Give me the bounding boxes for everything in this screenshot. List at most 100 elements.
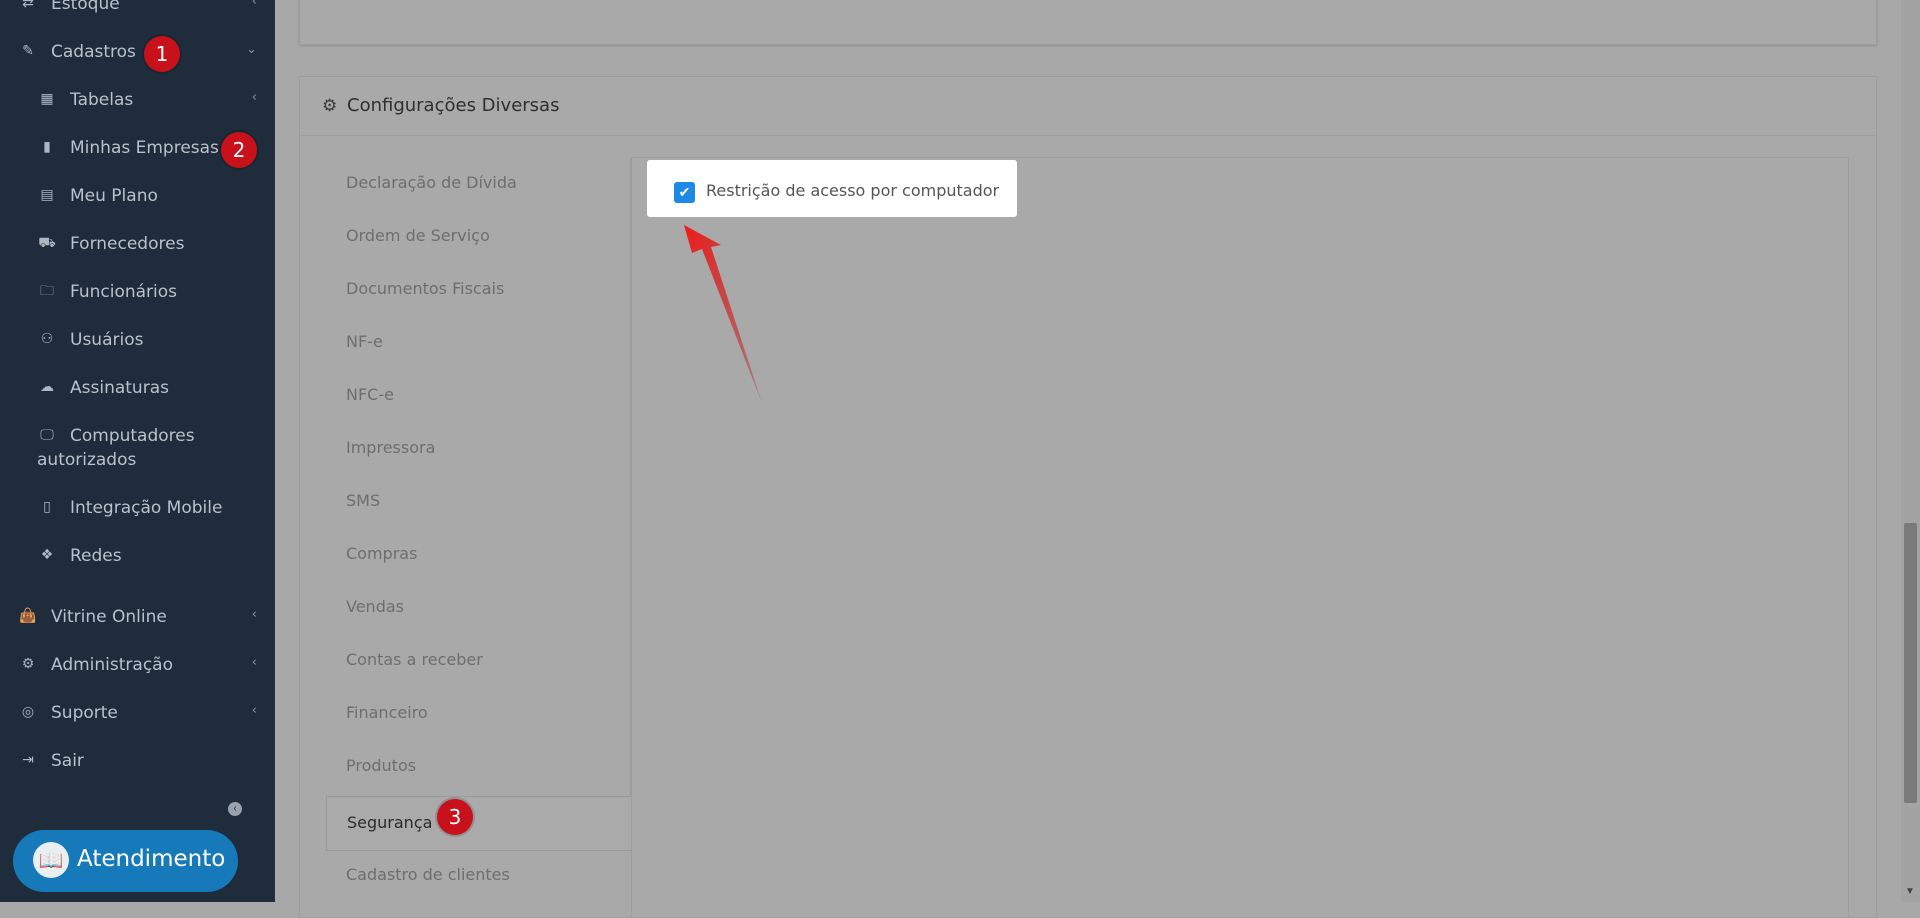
chevron-left-icon: ‹ — [251, 703, 257, 718]
tab-nfce[interactable]: NFC-e — [326, 369, 630, 422]
sidebar-item-label: Meu Plano — [70, 186, 158, 206]
tab-declaracao-de-divida[interactable]: Declaração de Dívida — [326, 157, 630, 210]
highlight-box: ✔ Restrição de acesso por computador — [647, 160, 1017, 217]
edit-icon: ✎ — [22, 43, 34, 59]
sidebar-item-usuarios[interactable]: ⚇ Usuários — [0, 330, 275, 352]
card-header: ⚙ Configurações Diversas — [300, 77, 1876, 136]
chevron-left-icon: ‹ — [251, 607, 257, 622]
scroll-down-icon[interactable]: ▼ — [1905, 886, 1915, 897]
atendimento-label: Atendimento — [77, 846, 226, 872]
page-scrollbar[interactable]: ▼ — [1901, 0, 1920, 902]
mobile-icon: ▯ — [43, 499, 51, 515]
tab-label: Declaração de Dívida — [346, 173, 517, 192]
sidebar-item-label: Funcionários — [70, 282, 178, 302]
sidebar-item-tabelas[interactable]: ▦ Tabelas ‹ — [0, 90, 275, 112]
sidebar-item-label: Redes — [70, 546, 122, 566]
tab-label: Documentos Fiscais — [346, 279, 505, 298]
sidebar-item-redes[interactable]: ❖ Redes — [0, 546, 275, 568]
sidebar-item-estoque[interactable]: ⇄ Estoque ‹ — [0, 0, 275, 14]
chevron-left-icon: ‹ — [251, 0, 257, 9]
tab-label: NFC-e — [346, 385, 394, 404]
sidebar-item-label: Minhas Empresas — [70, 138, 219, 158]
step-badge-1: 1 — [144, 36, 180, 72]
life-ring-icon: ◎ — [21, 704, 35, 720]
sidebar-item-assinaturas[interactable]: ☁ Assinaturas — [0, 378, 275, 400]
config-card: ⚙ Configurações Diversas Declaração de D… — [299, 76, 1877, 918]
sidebar-item-computadores-autorizados[interactable]: 🖵 Computadores autorizados — [0, 426, 275, 472]
sidebar-item-vitrine-online[interactable]: 👜 Vitrine Online ‹ — [0, 607, 275, 629]
tab-documentos-fiscais[interactable]: Documentos Fiscais — [326, 263, 630, 316]
tab-impressora[interactable]: Impressora — [326, 422, 630, 475]
tab-label: Impressora — [346, 438, 436, 457]
tab-label: SMS — [346, 491, 381, 510]
previous-panel — [299, 0, 1877, 45]
sign-out-icon: ⇥ — [22, 752, 34, 768]
sidebar-item-integracao-mobile[interactable]: ▯ Integração Mobile — [0, 498, 275, 520]
users-icon: ⚇ — [40, 331, 54, 347]
tab-label: Compras — [346, 544, 418, 563]
sidebar-item-label: Sair — [51, 751, 84, 771]
sidebar-item-label-line2: autorizados — [37, 450, 137, 470]
sidebar-item-label: Vitrine Online — [51, 607, 167, 627]
tab-ordem-de-servico[interactable]: Ordem de Serviço — [326, 210, 630, 263]
document-icon: ▤ — [40, 187, 54, 203]
tab-label: Segurança — [347, 813, 433, 832]
sidebar-item-label: Administração — [51, 655, 173, 675]
tab-sms[interactable]: SMS — [326, 475, 630, 528]
scroll-thumb[interactable] — [1904, 523, 1917, 803]
sidebar-item-label: Fornecedores — [70, 234, 185, 254]
cogs-icon: ⚙ — [322, 96, 338, 115]
tab-vendas[interactable]: Vendas — [326, 581, 630, 634]
sidebar-item-sair[interactable]: ⇥ Sair — [0, 751, 275, 773]
chevron-left-icon: ‹ — [251, 655, 257, 670]
tab-produtos[interactable]: Produtos — [326, 740, 630, 793]
step-badge-2: 2 — [221, 132, 257, 168]
sidebar-item-administracao[interactable]: ⚙ Administração ‹ — [0, 655, 275, 677]
atendimento-button[interactable]: 📖 Atendimento — [13, 830, 238, 892]
sidebar-item-label: Suporte — [51, 703, 118, 723]
sidebar-item-meu-plano[interactable]: ▤ Meu Plano — [0, 186, 275, 208]
tab-financeiro[interactable]: Financeiro — [326, 687, 630, 740]
tab-contas-a-receber[interactable]: Contas a receber — [326, 634, 630, 687]
tab-compras[interactable]: Compras — [326, 528, 630, 581]
sidebar-item-label: Assinaturas — [70, 378, 169, 398]
sidebar: ⇄ Estoque ‹ ✎ Cadastros ⌄ ▦ Tabelas ‹ ▮ … — [0, 0, 275, 902]
sidebar-item-label: Estoque — [51, 0, 120, 14]
arrow-shape — [684, 225, 762, 403]
tab-label: Financeiro — [346, 703, 428, 722]
shopping-bag-icon: 👜 — [19, 608, 37, 624]
card-title: Configurações Diversas — [347, 95, 560, 116]
folder-icon: 🗀 — [40, 283, 54, 299]
desktop-icon: 🖵 — [40, 427, 54, 443]
sidebar-item-label: Cadastros — [51, 42, 136, 62]
sidebar-item-cadastros[interactable]: ✎ Cadastros ⌄ — [0, 42, 275, 64]
sidebar-item-label: Tabelas — [70, 90, 134, 110]
tab-label: Vendas — [346, 597, 404, 616]
tab-label: Contas a receber — [346, 650, 483, 669]
access-restriction-checkbox[interactable]: ✔ — [674, 182, 695, 203]
sidebar-item-label: Computadores — [70, 426, 195, 446]
tab-seguranca[interactable]: Segurança — [326, 796, 631, 851]
cogs-icon: ⚙ — [21, 656, 35, 672]
sidebar-item-fornecedores[interactable]: ⛟ Fornecedores — [0, 234, 275, 256]
sidebar-item-label: Integração Mobile — [70, 498, 223, 518]
cloud-icon: ☁ — [40, 379, 54, 395]
chevron-left-icon: ‹ — [251, 90, 257, 105]
exchange-icon: ⇄ — [22, 0, 34, 11]
book-icon: 📖 — [33, 842, 69, 878]
sidebar-item-funcionarios[interactable]: 🗀 Funcionários — [0, 282, 275, 304]
step-badge-3: 3 — [437, 799, 473, 835]
sidebar-item-label: Usuários — [70, 330, 144, 350]
sidebar-item-suporte[interactable]: ◎ Suporte ‹ — [0, 703, 275, 725]
building-icon: ▮ — [43, 139, 51, 155]
tab-cadastro-de-clientes[interactable]: Cadastro de clientes — [326, 849, 630, 902]
check-icon: ✔ — [678, 184, 691, 200]
cubes-icon: ❖ — [40, 547, 54, 563]
tab-pane — [631, 157, 1849, 918]
collapse-sidebar-icon[interactable]: ‹ — [228, 802, 242, 816]
tab-label: NF-e — [346, 332, 383, 351]
tab-label: Cadastro de clientes — [346, 865, 510, 884]
tab-nfe[interactable]: NF-e — [326, 316, 630, 369]
checkbox-label: Restrição de acesso por computador — [706, 181, 1000, 200]
chevron-down-icon: ⌄ — [246, 42, 257, 57]
